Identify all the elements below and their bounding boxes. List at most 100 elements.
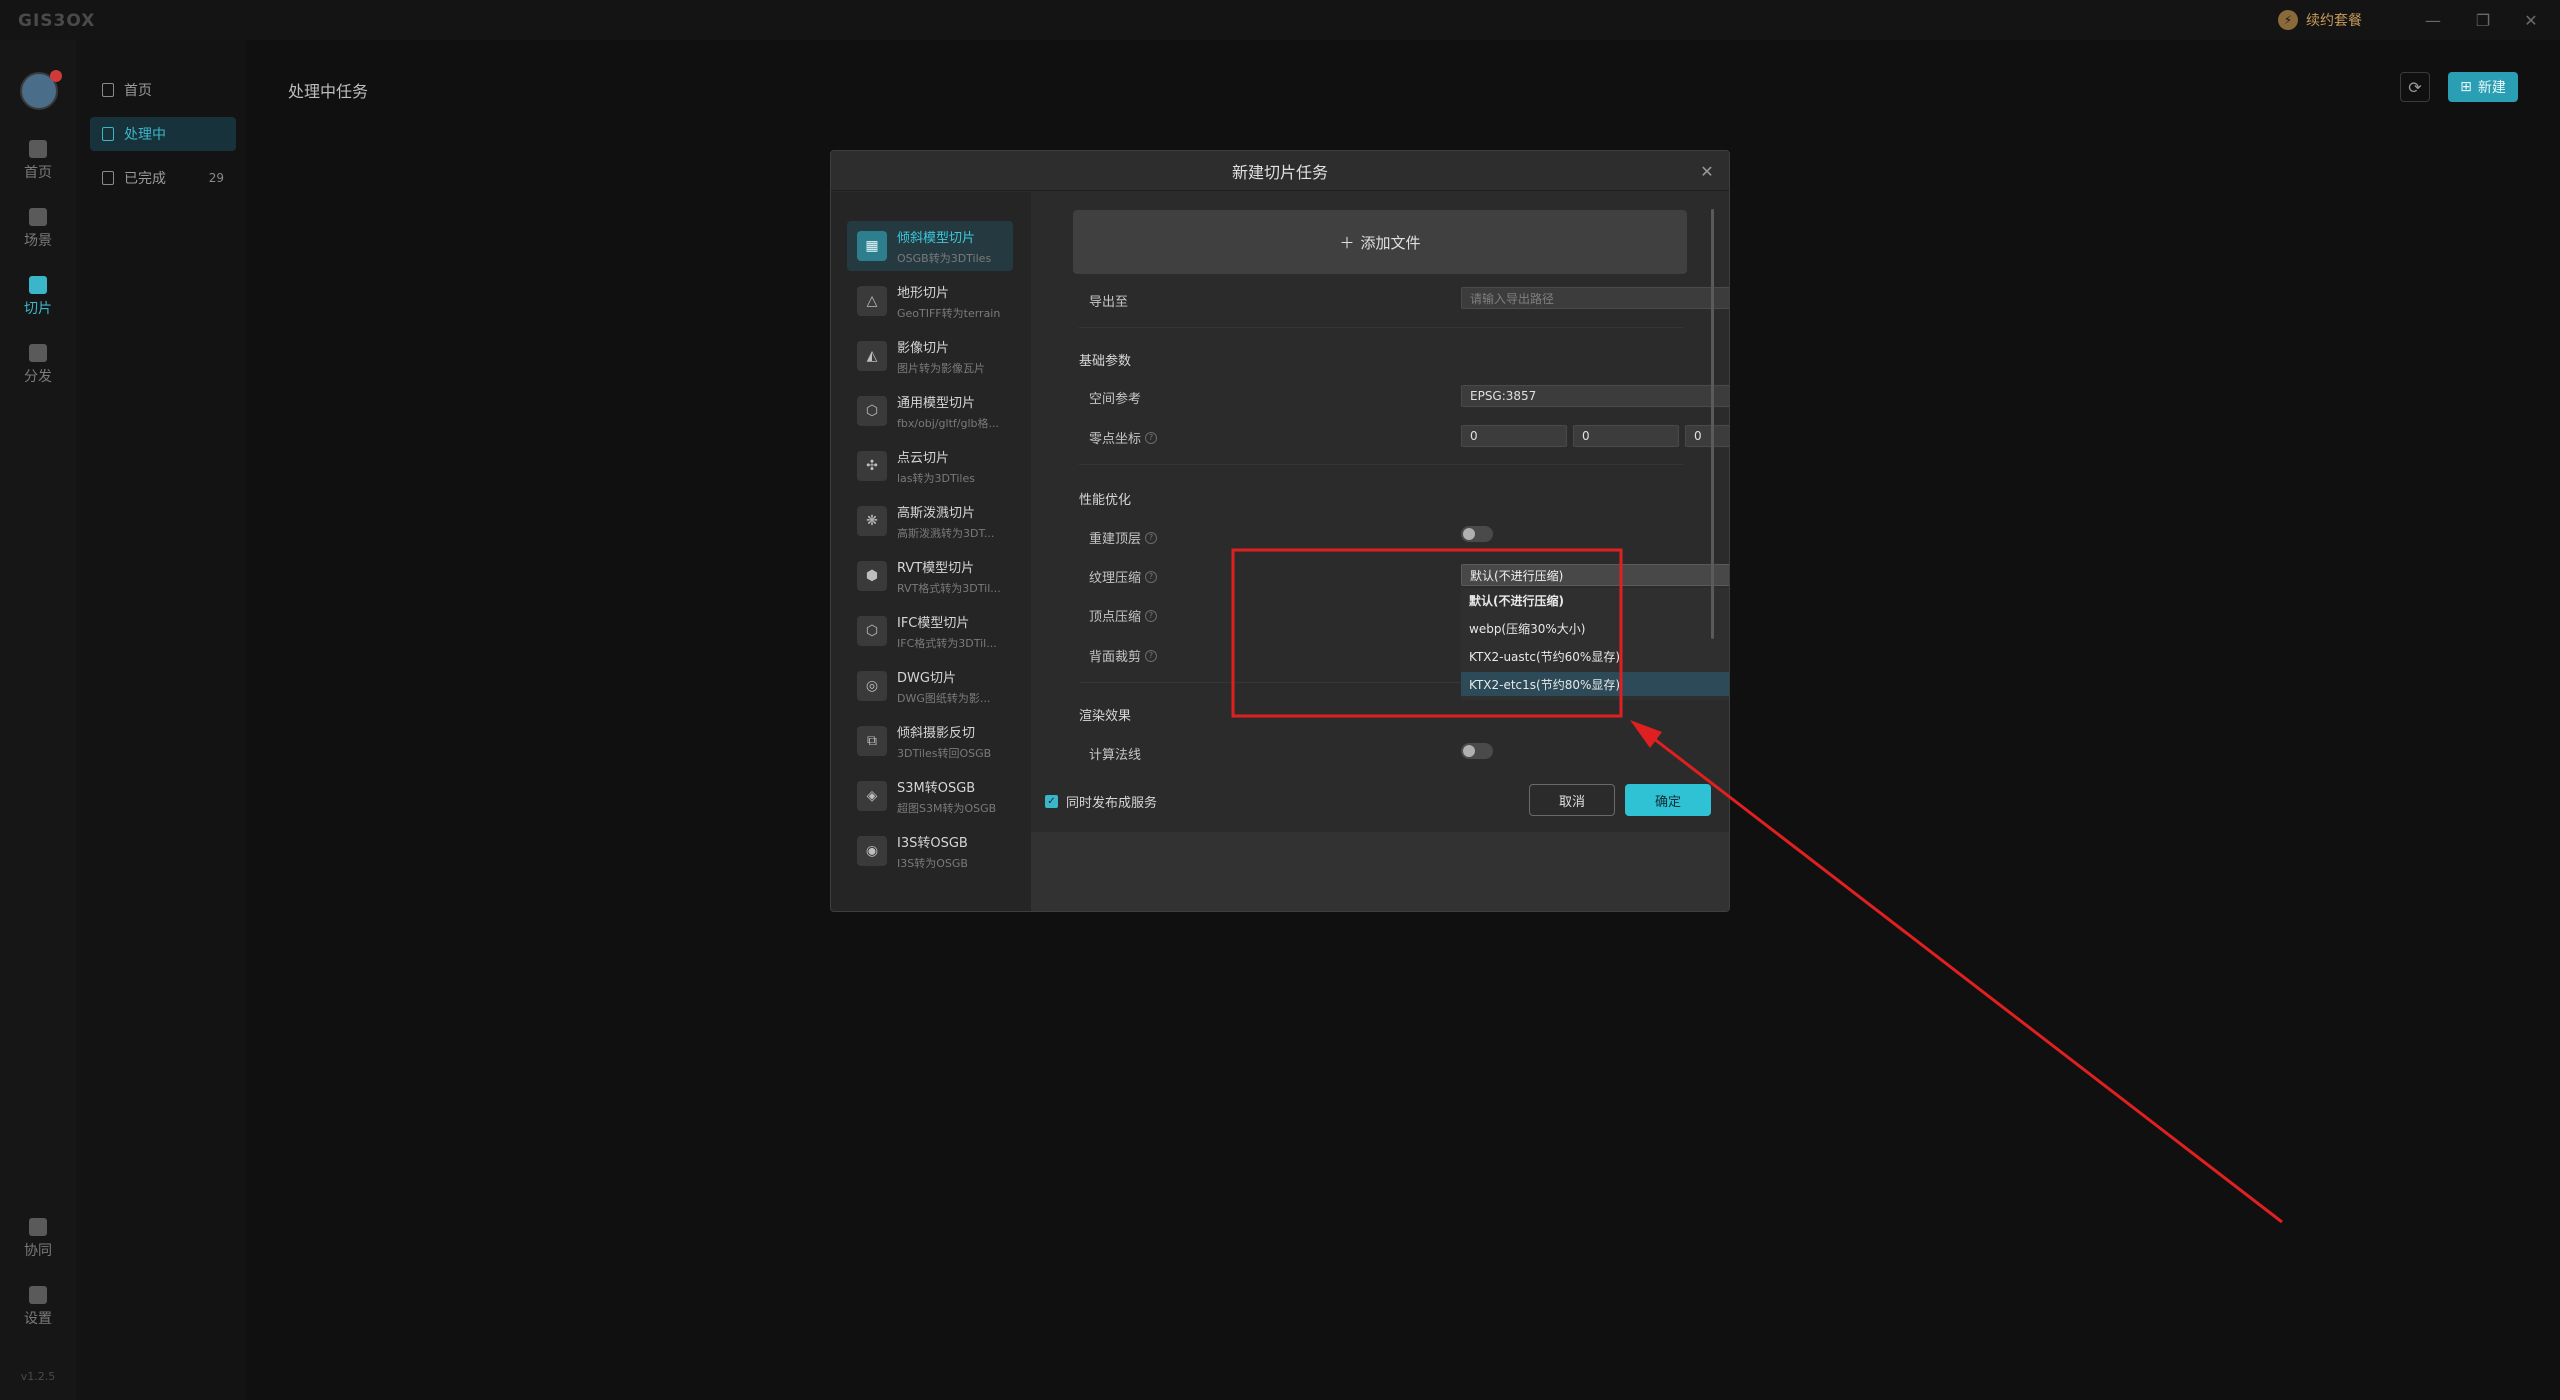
texture-option[interactable]: 默认(不进行压缩) <box>1461 588 1729 612</box>
task-nav: 首页 处理中 已完成 29 <box>76 40 246 1400</box>
publish-service-label: 同时发布成服务 <box>1066 796 1158 811</box>
texture-option[interactable]: KTX2-etc1s(节约80%显存) <box>1461 672 1729 696</box>
type-item-name: 倾斜模型切片 <box>897 230 976 246</box>
type-item-terrain[interactable]: △ 地形切片 GeoTIFF转为terrain <box>847 276 1013 326</box>
dialog-footer-band <box>1031 832 1729 911</box>
confirm-button[interactable]: 确定 <box>1625 784 1711 816</box>
refresh-icon: ⟳ <box>2408 77 2422 97</box>
type-item-dwg[interactable]: ◎ DWG切片 DWG图纸转为影... <box>847 661 1013 711</box>
rail-item-settings[interactable]: 设置 <box>0 1286 76 1342</box>
type-item-rvt[interactable]: ⬢ RVT模型切片 RVT格式转为3DTil... <box>847 551 1013 601</box>
rebuild-top-label-text: 重建顶层 <box>1089 532 1142 547</box>
rail-item-scene[interactable]: 场景 <box>0 208 76 264</box>
origin-y-input[interactable]: 0 <box>1573 425 1679 447</box>
type-item-pointcloud[interactable]: ✣ 点云切片 las转为3DTiles <box>847 441 1013 491</box>
origin-z-input[interactable]: 0 <box>1685 425 1729 447</box>
crs-label: 空间参考 <box>1089 388 1141 407</box>
type-item-imagery[interactable]: ◭ 影像切片 图片转为影像瓦片 <box>847 331 1013 381</box>
type-item-subtitle: DWG图纸转为影... <box>897 691 991 705</box>
type-item-general-model[interactable]: ⬡ 通用模型切片 fbx/obj/gltf/glb格... <box>847 386 1013 436</box>
texture-option[interactable]: webp(压缩30%大小) <box>1461 616 1729 640</box>
file-icon <box>102 127 114 141</box>
type-item-name: 高斯泼溅切片 <box>897 505 976 521</box>
type-item-subtitle: I3S转为OSGB <box>897 856 968 870</box>
rail-item-collaborate[interactable]: 协同 <box>0 1218 76 1274</box>
crs-input[interactable]: EPSG:3857 <box>1461 385 1729 407</box>
type-item-text: IFC模型切片 IFC格式转为3DTil... <box>897 612 1007 651</box>
vertex-compress-label-text: 顶点压缩 <box>1089 610 1142 625</box>
type-item-text: 地形切片 GeoTIFF转为terrain <box>897 282 1007 321</box>
origin-x-input[interactable]: 0 <box>1461 425 1567 447</box>
add-file-button[interactable]: ＋ 添加文件 <box>1073 210 1687 274</box>
slice-type-list: ▦ 倾斜模型切片 OSGB转为3DTiles △ 地形切片 GeoTIFF转为terrai… <box>831 192 1031 911</box>
nav-item-processing[interactable]: 处理中 <box>90 117 236 151</box>
rail-item-home[interactable]: 首页 <box>0 140 76 196</box>
reverse-icon: ⧉ <box>857 726 887 756</box>
nav-item-home[interactable]: 首页 <box>90 73 236 107</box>
i3s-icon: ◉ <box>857 836 887 866</box>
settings-icon <box>29 1286 47 1304</box>
rail-item-distribute[interactable]: 分发 <box>0 344 76 400</box>
type-item-name: 地形切片 <box>897 285 950 301</box>
type-item-ifc[interactable]: ⬡ IFC模型切片 IFC格式转为3DTil... <box>847 606 1013 656</box>
file-icon <box>102 83 114 97</box>
cube-icon: ⬡ <box>857 396 887 426</box>
minimize-icon[interactable]: — <box>2418 6 2448 34</box>
close-icon[interactable]: ✕ <box>2516 6 2546 34</box>
type-item-i3s-osgb[interactable]: ◉ I3S转OSGB I3S转为OSGB <box>847 826 1013 876</box>
backface-cull-label: 背面裁剪 ? <box>1089 646 1158 665</box>
compute-normals-toggle[interactable] <box>1461 743 1493 759</box>
file-icon <box>102 171 114 185</box>
dialog-close-icon[interactable]: ✕ <box>1697 161 1717 181</box>
type-item-reverse-oblique[interactable]: ⧉ 倾斜摄影反切 3DTiles转回OSGB <box>847 716 1013 766</box>
refresh-button[interactable]: ⟳ <box>2400 72 2430 102</box>
help-icon[interactable]: ? <box>1145 570 1158 583</box>
publish-service-row[interactable]: ✓ 同时发布成服务 <box>1045 792 1157 811</box>
type-item-subtitle: 图片转为影像瓦片 <box>897 361 985 375</box>
texture-compress-label-text: 纹理压缩 <box>1089 571 1142 586</box>
origin-label-text: 零点坐标 <box>1089 432 1142 447</box>
new-task-button[interactable]: ⊞ 新建 <box>2448 72 2518 102</box>
help-icon[interactable]: ? <box>1145 431 1158 444</box>
nav-item-label: 已完成 <box>124 171 166 187</box>
help-icon[interactable]: ? <box>1145 609 1158 622</box>
version-label: v1.2.5 <box>20 1370 56 1383</box>
lightning-icon: ⚡ <box>2278 10 2298 30</box>
help-icon[interactable]: ? <box>1145 649 1158 662</box>
type-item-oblique[interactable]: ▦ 倾斜模型切片 OSGB转为3DTiles <box>847 221 1013 271</box>
type-item-name: 点云切片 <box>897 450 950 466</box>
texture-option[interactable]: KTX2-uastc(节约60%显存) <box>1461 644 1729 668</box>
publish-service-checkbox[interactable]: ✓ <box>1045 795 1058 808</box>
export-label-text: 导出至 <box>1089 295 1129 310</box>
nav-item-label: 首页 <box>124 83 152 99</box>
nav-item-completed[interactable]: 已完成 29 <box>90 161 236 195</box>
page-title: 处理中任务 <box>288 82 369 101</box>
form-scrollbar[interactable] <box>1711 209 1714 639</box>
export-path-input[interactable]: 请输入导出路径 <box>1461 287 1729 309</box>
image-icon: ◭ <box>857 341 887 371</box>
rail-item-slice[interactable]: 切片 <box>0 276 76 332</box>
type-item-text: I3S转OSGB I3S转为OSGB <box>897 832 1007 871</box>
rebuild-top-label: 重建顶层 ? <box>1089 528 1158 547</box>
slice-icon <box>29 276 47 294</box>
dwg-icon: ◎ <box>857 671 887 701</box>
type-item-subtitle: GeoTIFF转为terrain <box>897 306 1001 320</box>
divider <box>1079 327 1683 328</box>
notification-badge <box>50 70 62 82</box>
type-item-subtitle: las转为3DTiles <box>897 471 975 485</box>
help-icon[interactable]: ? <box>1145 531 1158 544</box>
type-item-gaussian[interactable]: ❋ 高斯泼溅切片 高斯泼溅转为3DT... <box>847 496 1013 546</box>
add-file-label: 添加文件 <box>1360 233 1421 252</box>
type-item-text: 高斯泼溅切片 高斯泼溅转为3DT... <box>897 502 1007 541</box>
type-item-text: 点云切片 las转为3DTiles <box>897 447 1007 486</box>
renew-plan-button[interactable]: ⚡ 续约套餐 <box>2278 8 2362 32</box>
rebuild-top-toggle[interactable] <box>1461 526 1493 542</box>
collaborate-icon <box>29 1218 47 1236</box>
texture-compress-select[interactable]: 默认(不进行压缩) ︿ <box>1461 564 1729 586</box>
restore-icon[interactable]: ❐ <box>2468 6 2498 34</box>
cancel-button[interactable]: 取消 <box>1529 784 1615 816</box>
type-item-text: DWG切片 DWG图纸转为影... <box>897 667 1007 706</box>
type-item-subtitle: RVT格式转为3DTil... <box>897 581 1001 595</box>
divider <box>1079 464 1683 465</box>
type-item-s3m-osgb[interactable]: ◈ S3M转OSGB 超图S3M转为OSGB <box>847 771 1013 821</box>
